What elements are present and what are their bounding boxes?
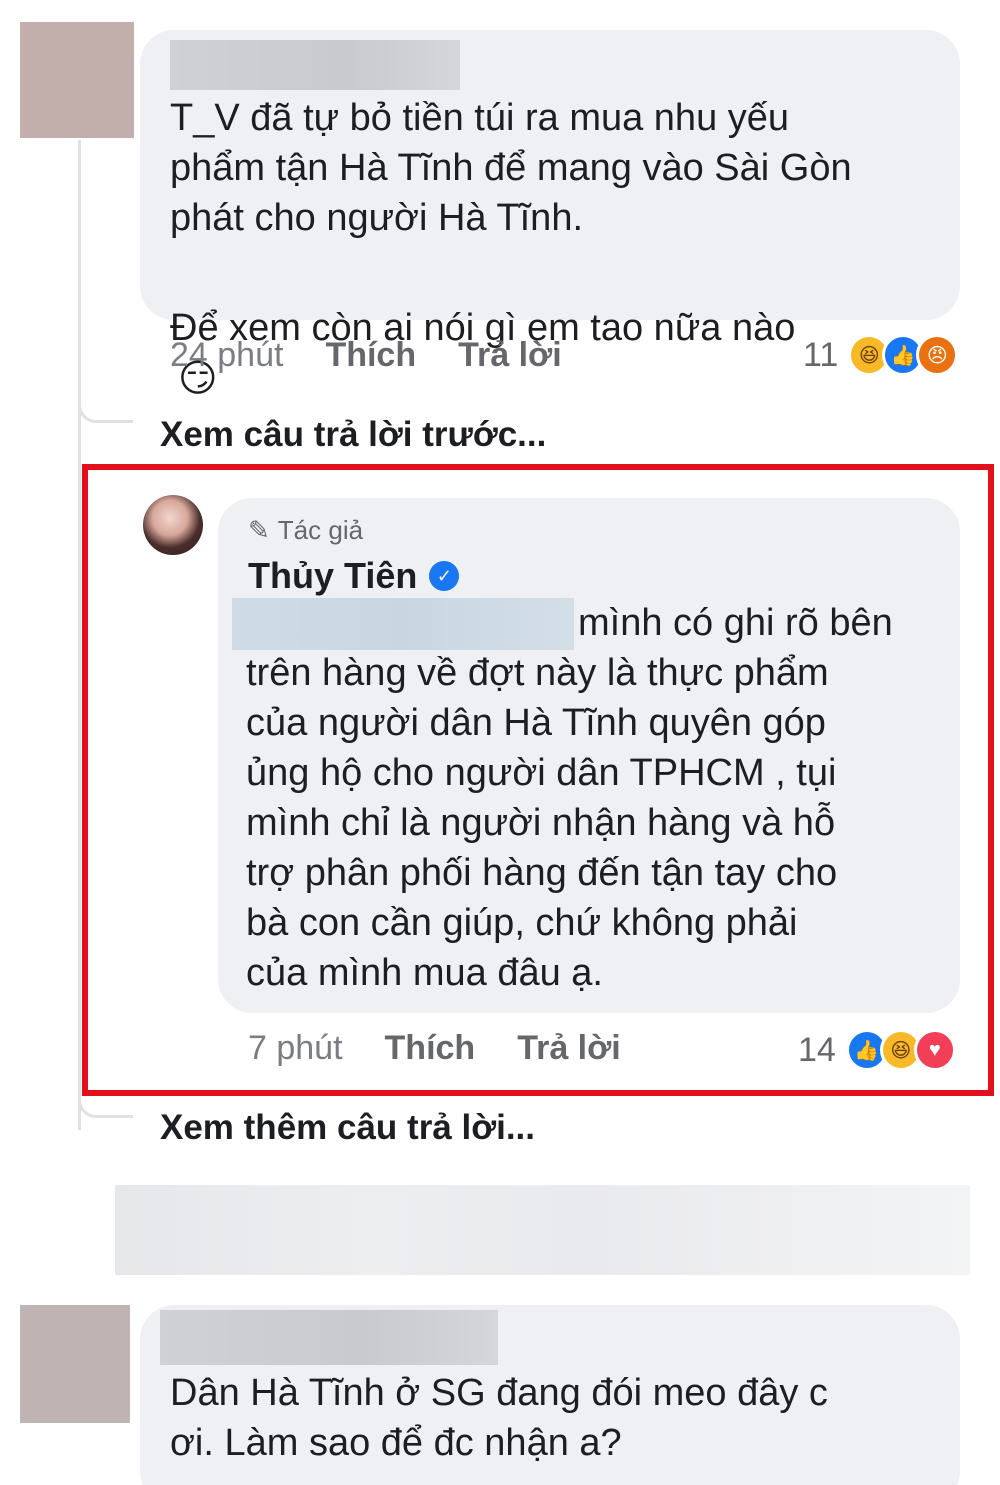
comment-text-line: phát cho người Hà Tĩnh. [170,197,584,239]
pencil-icon: ✎ [248,515,270,546]
comment-thread: T_V đã tự bỏ tiền túi ra mua nhu yếu phẩ… [0,0,1000,1485]
comment-text-line: phẩm tận Hà Tĩnh để mang vào Sài Gòn [170,147,852,189]
reaction-count: 14 [798,1030,836,1069]
reaction-summary[interactable]: 11 😆 👍 😠 [803,334,959,376]
author-tag-label: Tác giả [277,515,364,545]
like-button[interactable]: Thích [385,1029,476,1068]
comment-text-line: Để xem còn ai nói gì em tao nữa nào 😏 [170,253,795,404]
angry-icon: 😠 [916,334,959,376]
reply-button[interactable]: Trả lời [517,1029,621,1068]
reply-input[interactable] [115,1185,970,1275]
thread-connector [78,380,133,423]
reply-actions: 7 phút Thích Trả lời [248,1029,621,1068]
author-badge: ✎ Tác giả [248,515,363,546]
love-icon: ♥ [913,1029,956,1071]
author-name[interactable]: Thủy Tiên ✓ [248,555,460,597]
commenter-name[interactable] [170,40,460,90]
avatar[interactable] [20,1305,130,1423]
reply-text-line: của người dân Hà Tĩnh quyên góp [246,702,826,744]
comment-actions: 24 phút Thích Trả lời [170,336,562,375]
reaction-summary[interactable]: 14 👍 😆 ♥ [798,1029,956,1071]
reply-text-line: trên hàng về đợt này là thực phẩm [246,652,829,694]
reply-button[interactable]: Trả lời [458,336,562,375]
commenter-name[interactable] [160,1310,498,1365]
reply-text-line: của mình mua đâu ạ. [246,952,603,994]
reply-text-line: trợ phân phối hàng đến tận tay cho [246,852,838,894]
author-avatar[interactable] [143,495,203,555]
reply-text-line: ủng hộ cho người dân TPHCM , tụi [246,752,837,794]
comment-text-line: ơi. Làm sao để đc nhận a? [170,1422,622,1464]
reaction-count: 11 [803,335,839,374]
view-more-replies-link[interactable]: Xem thêm câu trả lời... [160,1108,535,1148]
like-button[interactable]: Thích [325,336,416,375]
thread-line [78,140,81,1130]
comment-time[interactable]: 24 phút [170,336,283,375]
mentioned-user[interactable] [232,598,574,650]
reply-text-line: mình có ghi rõ bên [578,602,893,644]
verified-badge-icon: ✓ [429,561,460,591]
reply-text-line: mình chỉ là người nhận hàng và hỗ [246,802,836,844]
reply-text-line: bà con cần giúp, chứ không phải [246,902,798,944]
avatar[interactable] [20,22,134,138]
view-previous-replies-link[interactable]: Xem câu trả lời trước... [160,415,546,455]
comment-text-line: Dân Hà Tĩnh ở SG đang đói meo đây c [170,1372,828,1414]
reply-time[interactable]: 7 phút [248,1029,343,1068]
comment-text-line: T_V đã tự bỏ tiền túi ra mua nhu yếu [170,97,790,139]
author-name-label: Thủy Tiên [248,555,418,596]
